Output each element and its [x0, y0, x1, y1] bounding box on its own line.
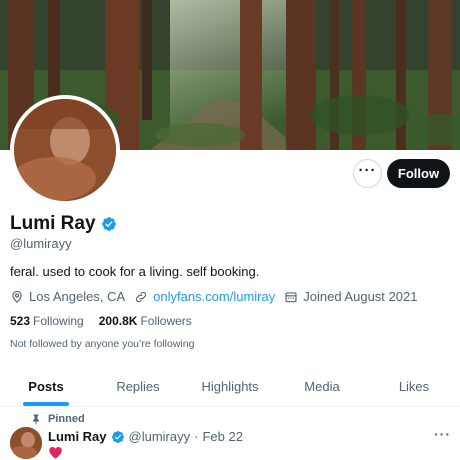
followers-label: Followers [140, 314, 192, 328]
followers-count-link[interactable]: 200.8K Followers [99, 314, 192, 328]
not-followed-notice: Not followed by anyone you’re following [10, 338, 195, 350]
following-label: Following [33, 314, 84, 328]
more-options-button[interactable]: ··· [353, 159, 382, 188]
tab-label: Media [304, 378, 340, 394]
tab-likes[interactable]: Likes [368, 366, 460, 406]
profile-display-name: Lumi Ray [10, 213, 96, 234]
tab-posts[interactable]: Posts [0, 366, 92, 406]
link-icon [136, 291, 147, 302]
follow-button[interactable]: Follow [387, 159, 450, 188]
tab-replies[interactable]: Replies [92, 366, 184, 406]
profile-avatar[interactable] [10, 95, 120, 205]
profile-tabs: Posts Replies Highlights Media Likes [0, 366, 460, 407]
website-link[interactable]: onlyfans.com/lumiray [153, 289, 275, 304]
location-text: Los Angeles, CA [29, 289, 126, 304]
tweet-date[interactable]: Feb 22 [202, 429, 242, 444]
tweet-header: Lumi Ray @lumirayy · Feb 22 [48, 429, 243, 444]
tab-media[interactable]: Media [276, 366, 368, 406]
profile-handle: @lumirayy [10, 236, 72, 251]
tab-label: Replies [116, 378, 160, 394]
tab-label: Highlights [201, 378, 259, 394]
joined-item: Joined August 2021 [284, 289, 417, 304]
pin-icon [33, 414, 39, 425]
location-item: Los Angeles, CA [10, 289, 125, 304]
pinned-label: Pinned [48, 413, 85, 425]
tweet-author-avatar[interactable] [10, 427, 42, 459]
profile-bio: feral. used to cook for a living. self b… [10, 264, 260, 279]
following-count-link[interactable]: 523 Following [10, 314, 84, 328]
red-heart-icon [49, 447, 62, 459]
more-dots-icon: ··· [358, 162, 377, 179]
follow-counts: 523 Following 200.8K Followers [10, 314, 207, 328]
tweet-more-button[interactable]: ··· [434, 426, 451, 442]
following-count: 523 [10, 314, 31, 328]
joined-text: Joined August 2021 [303, 289, 418, 304]
verified-badge-icon[interactable] [101, 216, 117, 232]
tab-label: Posts [28, 378, 64, 394]
calendar-icon [285, 291, 297, 302]
tweet-author-name[interactable]: Lumi Ray [48, 429, 107, 444]
verified-badge-icon[interactable] [111, 430, 125, 444]
tweet-author-handle[interactable]: @lumirayy [129, 429, 191, 444]
tweet-separator: · [194, 429, 199, 444]
followers-count: 200.8K [98, 314, 138, 328]
profile-name-row: Lumi Ray [10, 213, 117, 235]
location-pin-icon [12, 290, 22, 303]
active-tab-indicator [23, 402, 69, 406]
profile-meta-row: Los Angeles, CA onlyfans.com/lumiray Joi… [10, 289, 426, 304]
tab-label: Likes [398, 378, 430, 394]
website-item[interactable]: onlyfans.com/lumiray [134, 289, 275, 304]
pinned-indicator: Pinned [30, 413, 85, 425]
tab-highlights[interactable]: Highlights [184, 366, 276, 406]
